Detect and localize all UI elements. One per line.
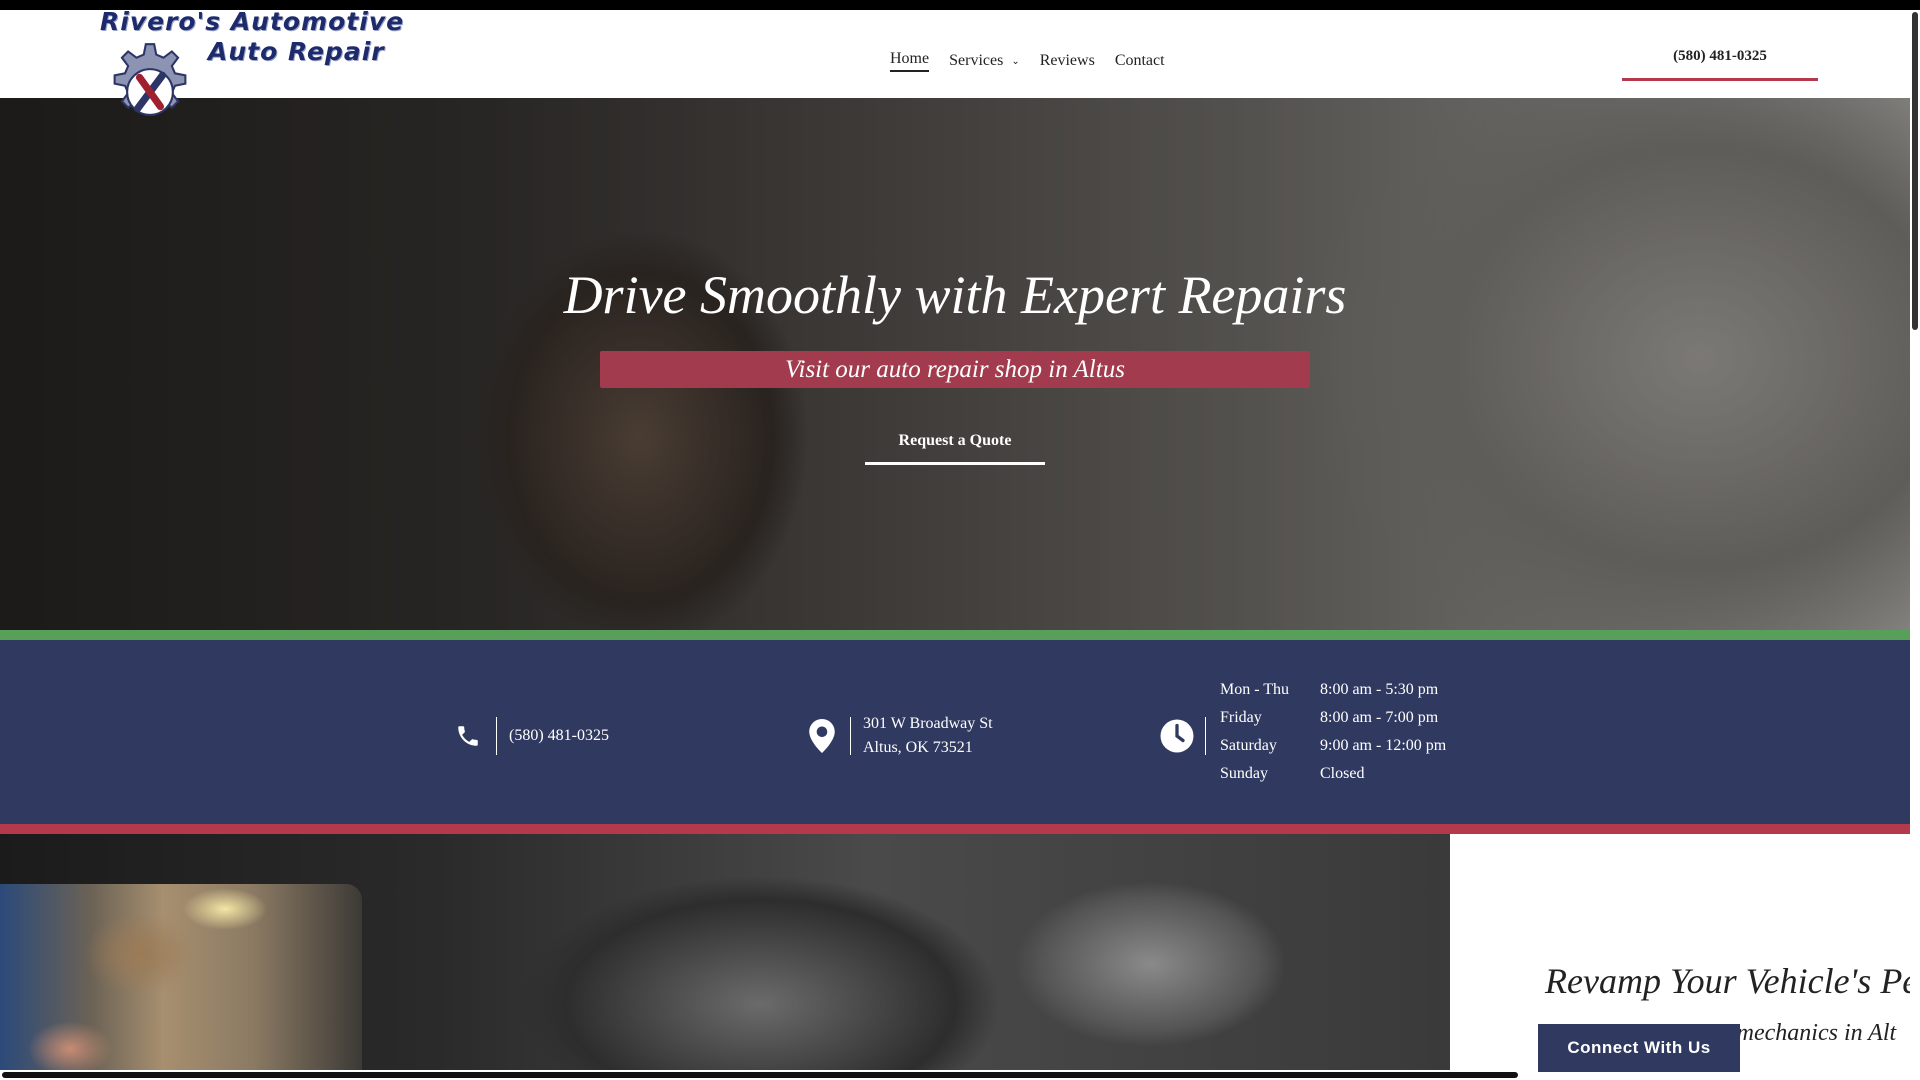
main-nav: Home Services ⌄ Reviews Contact: [880, 44, 1175, 78]
logo-line-2: Auto Repair: [208, 37, 385, 66]
hours-day: Saturday: [1220, 737, 1277, 754]
opening-hours: Mon - Thu 8:00 am - 5:30 pm Friday 8:00 …: [1220, 676, 1446, 788]
info-phone: (580) 481-0325: [448, 716, 609, 756]
nav-contact[interactable]: Contact: [1105, 44, 1175, 78]
nav-reviews[interactable]: Reviews: [1030, 44, 1105, 78]
hours-row: Mon - Thu 8:00 am - 5:30 pm: [1220, 676, 1446, 704]
hours-day: Sunday: [1220, 765, 1268, 782]
section-title: Revamp Your Vehicle's Pe: [1545, 961, 1919, 1001]
horizontal-scrollbar-thumb[interactable]: [2, 1072, 1518, 1078]
hero-banner: Drive Smoothly with Expert Repairs Visit…: [0, 98, 1910, 630]
hero-title: Drive Smoothly with Expert Repairs: [563, 265, 1347, 325]
gear-wrench-logo-icon: [113, 43, 187, 116]
section-subtitle: e mechanics in Alt: [1720, 1020, 1897, 1046]
phone-icon: [448, 716, 488, 756]
hours-day: Mon - Thu: [1220, 681, 1290, 698]
green-divider: [0, 630, 1910, 640]
vertical-scrollbar-thumb[interactable]: [1912, 12, 1918, 330]
hours-row: Friday 8:00 am - 7:00 pm: [1220, 704, 1446, 732]
hours-day: Friday: [1220, 709, 1262, 726]
nav-home-label: Home: [890, 50, 930, 72]
hours-row: Saturday 9:00 am - 12:00 pm: [1220, 732, 1446, 760]
request-quote-button[interactable]: Request a Quote: [865, 420, 1045, 465]
logo[interactable]: Rivero's Automotive Auto Repair: [98, 8, 403, 143]
map-pin-icon: [802, 716, 842, 756]
hours-time: 8:00 am - 7:00 pm: [1320, 709, 1439, 726]
logo-line-1: Rivero's Automotive: [100, 7, 405, 36]
mechanic-photo: [0, 884, 362, 1080]
info-bar: (580) 481-0325 301 W Broadway St Altus, …: [0, 640, 1910, 824]
header-phone-button[interactable]: (580) 481-0325: [1622, 34, 1818, 81]
connect-with-us-button[interactable]: Connect With Us: [1538, 1024, 1740, 1072]
info-address-text[interactable]: 301 W Broadway St Altus, OK 73521: [863, 712, 993, 760]
nav-home[interactable]: Home: [880, 44, 939, 78]
vertical-scrollbar[interactable]: [1910, 10, 1920, 1080]
clock-icon: [1157, 716, 1197, 756]
nav-services-label: Services: [949, 52, 1004, 69]
address-line-2: Altus, OK 73521: [863, 739, 973, 756]
info-address: 301 W Broadway St Altus, OK 73521: [802, 712, 993, 760]
info-divider: [496, 717, 497, 755]
hours-time: 8:00 am - 5:30 pm: [1320, 681, 1439, 698]
red-divider: [0, 824, 1910, 834]
nav-reviews-label: Reviews: [1039, 52, 1095, 69]
info-divider: [850, 717, 851, 755]
hours-row: Sunday Closed: [1220, 760, 1446, 788]
chevron-down-icon: ⌄: [1011, 55, 1020, 67]
nav-contact-label: Contact: [1114, 52, 1165, 69]
hours-time: 9:00 am - 12:00 pm: [1320, 737, 1447, 754]
info-hours-icon-group: [1157, 716, 1218, 756]
info-phone-number[interactable]: (580) 481-0325: [509, 724, 609, 748]
hours-time: Closed: [1320, 765, 1365, 782]
hero-subtitle: Visit our auto repair shop in Altus: [600, 351, 1310, 388]
address-line-1: 301 W Broadway St: [863, 715, 993, 732]
nav-services[interactable]: Services ⌄: [939, 44, 1030, 78]
info-divider: [1205, 717, 1206, 755]
